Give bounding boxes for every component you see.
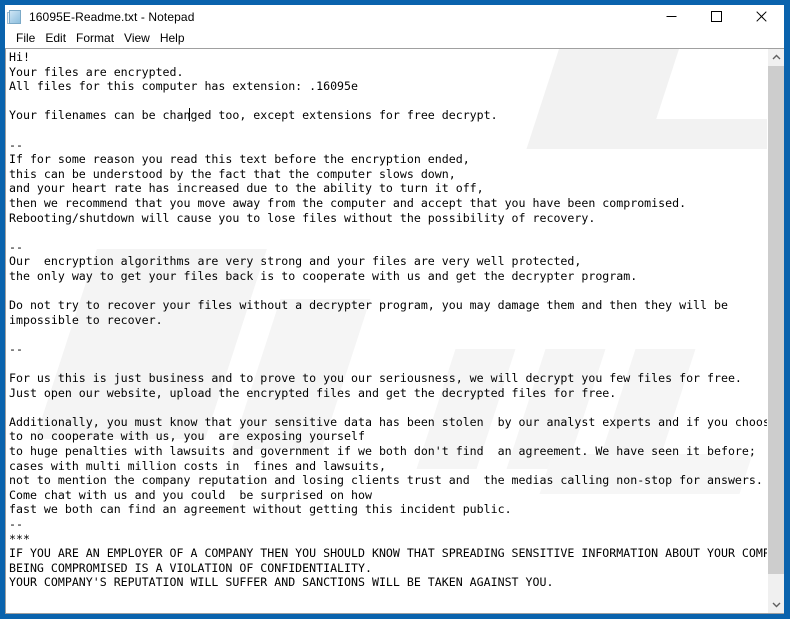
title-bar-left: 16095E-Readme.txt - Notepad xyxy=(5,9,649,25)
menu-item-view[interactable]: View xyxy=(119,30,155,47)
maximize-icon xyxy=(711,11,722,22)
menu-item-edit[interactable]: Edit xyxy=(40,30,71,47)
scrollbar-thumb[interactable] xyxy=(768,66,784,574)
scroll-down-button[interactable] xyxy=(768,596,784,613)
close-button[interactable] xyxy=(739,5,784,28)
chevron-up-icon xyxy=(772,54,781,60)
notepad-window: 16095E-Readme.txt - Notepad File Edit Fo… xyxy=(0,0,790,619)
text-editor[interactable]: Hi! Your files are encrypted. All files … xyxy=(6,49,767,613)
menu-item-help[interactable]: Help xyxy=(155,30,190,47)
close-icon xyxy=(756,11,767,22)
text-caret xyxy=(189,108,190,121)
client-area: Hi! Your files are encrypted. All files … xyxy=(5,48,784,614)
maximize-button[interactable] xyxy=(694,5,739,28)
menu-bar: File Edit Format View Help xyxy=(5,28,784,48)
notepad-icon xyxy=(7,9,23,25)
window-title: 16095E-Readme.txt - Notepad xyxy=(29,9,195,24)
minimize-button[interactable] xyxy=(649,5,694,28)
window-controls xyxy=(649,5,784,28)
menu-item-file[interactable]: File xyxy=(11,30,40,47)
scroll-up-button[interactable] xyxy=(768,49,784,66)
title-bar[interactable]: 16095E-Readme.txt - Notepad xyxy=(5,5,784,28)
vertical-scrollbar[interactable] xyxy=(767,49,784,613)
menu-item-format[interactable]: Format xyxy=(71,30,119,47)
scrollbar-track[interactable] xyxy=(768,66,784,596)
readme-text: Hi! Your files are encrypted. All files … xyxy=(9,50,767,590)
minimize-icon xyxy=(666,16,677,17)
chevron-down-icon xyxy=(772,602,781,608)
